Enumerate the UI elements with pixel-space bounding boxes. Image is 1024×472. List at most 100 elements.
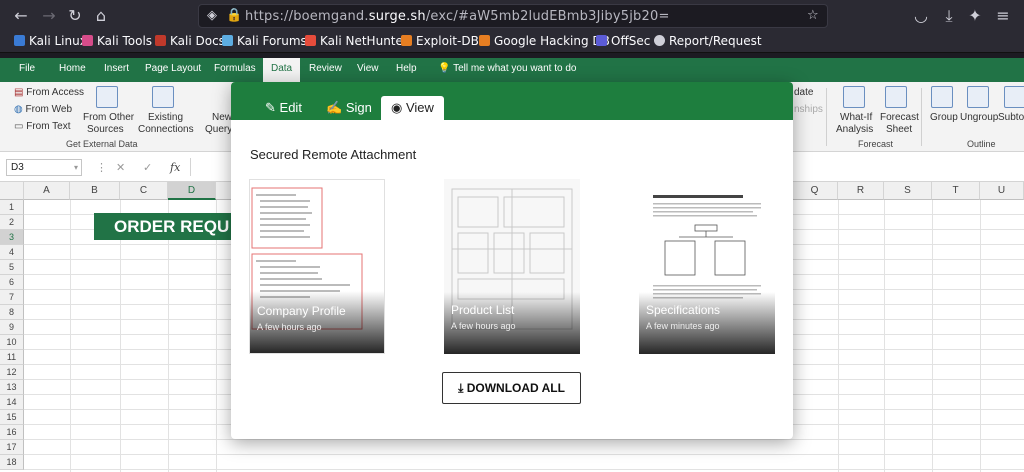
bookmark-kali-nethunter[interactable]: Kali NetHunter — [305, 34, 408, 48]
bookmark-kali-linux[interactable]: Kali Linux — [14, 34, 87, 48]
column-header-d[interactable]: D — [168, 182, 216, 200]
row-header[interactable]: 5 — [0, 260, 24, 275]
download-all-button[interactable]: ⤓ DOWNLOAD ALL — [442, 372, 581, 404]
attachment-time: A few hours ago — [451, 321, 516, 331]
menu-icon[interactable]: ≡ — [992, 5, 1014, 27]
enter-icon[interactable]: ✓ — [143, 161, 152, 174]
subtotal-button[interactable]: Subto — [998, 112, 1024, 123]
row-header[interactable]: 6 — [0, 275, 24, 290]
column-header-s[interactable]: S — [884, 182, 932, 200]
bookmark-kali-tools[interactable]: Kali Tools — [82, 34, 152, 48]
subtotal-icon — [1004, 86, 1024, 108]
home-icon[interactable]: ⌂ — [90, 5, 112, 27]
ghdb-icon — [479, 35, 490, 46]
tab-sign[interactable]: ✍ Sign — [316, 96, 382, 120]
insert-function-icon[interactable]: fx — [170, 161, 180, 174]
tell-me-search[interactable]: 💡 Tell me what you want to do — [438, 63, 576, 74]
tab-review[interactable]: Review — [309, 63, 342, 74]
download-icon: ⤓ — [458, 381, 464, 395]
grid-line — [932, 200, 933, 472]
row-header[interactable]: 10 — [0, 335, 24, 350]
select-all-corner[interactable] — [0, 182, 24, 200]
row-header[interactable]: 2 — [0, 215, 24, 230]
extensions-icon[interactable]: ✦ — [964, 5, 986, 27]
attachment-time: A few hours ago — [257, 322, 322, 332]
ungroup-button[interactable]: Ungroup — [960, 112, 998, 123]
tab-insert[interactable]: Insert — [104, 63, 129, 74]
attachment-modal: ✎ Edit ✍ Sign ◉ View Secured Remote Atta… — [231, 82, 793, 439]
new-query-label: Query — [205, 124, 233, 135]
row-header[interactable]: 3 — [0, 230, 24, 245]
row-header[interactable]: 7 — [0, 290, 24, 305]
bookmark-google-hacking-db[interactable]: Google Hacking DB — [479, 34, 610, 48]
column-header-a[interactable]: A — [24, 182, 70, 200]
forward-icon[interactable]: → — [38, 5, 60, 27]
cancel-icon[interactable]: ✕ — [116, 161, 125, 174]
group-button[interactable]: Group — [930, 112, 958, 123]
row-header[interactable]: 15 — [0, 410, 24, 425]
download-icon[interactable]: ⤓ — [938, 5, 960, 27]
from-text-button[interactable]: ▭ From Text — [14, 121, 71, 132]
relationships-label: nships — [794, 104, 823, 115]
bookmark-exploit-db[interactable]: Exploit-DB — [401, 34, 479, 48]
bookmark-report-request[interactable]: Report/Request — [654, 34, 762, 48]
column-header-r[interactable]: R — [838, 182, 884, 200]
reload-icon[interactable]: ↻ — [64, 5, 86, 27]
attachment-card-specifications[interactable]: Specifications A few minutes ago — [639, 179, 775, 354]
pocket-icon[interactable]: ◡ — [910, 5, 932, 27]
row-header[interactable]: 1 — [0, 200, 24, 215]
tab-view[interactable]: View — [357, 63, 379, 74]
ribbon-separator — [921, 88, 922, 146]
url-text: https://boemgand.surge.sh/exc/#aW5mb2lud… — [245, 9, 670, 24]
url-bar[interactable]: ◈ 🔒 https://boemgand.surge.sh/exc/#aW5mb… — [198, 4, 828, 28]
back-icon[interactable]: ← — [10, 5, 32, 27]
column-header-c[interactable]: C — [120, 182, 168, 200]
grid-line — [24, 469, 1024, 470]
tab-page-layout[interactable]: Page Layout — [145, 63, 201, 74]
tab-file[interactable]: File — [19, 63, 35, 74]
row-header[interactable]: 13 — [0, 380, 24, 395]
forecast-sheet-button[interactable]: Forecast — [880, 112, 919, 123]
row-header[interactable]: 9 — [0, 320, 24, 335]
column-header-b[interactable]: B — [70, 182, 120, 200]
what-if-analysis-button[interactable]: What-If — [840, 112, 872, 123]
column-header-u[interactable]: U — [980, 182, 1024, 200]
tab-data[interactable]: Data — [263, 58, 301, 82]
from-other-sources-button[interactable]: From Other — [83, 112, 134, 123]
grid-line — [120, 200, 121, 472]
exploit-db-icon — [401, 35, 412, 46]
row-header[interactable]: 17 — [0, 440, 24, 455]
new-query-button[interactable]: New — [212, 112, 232, 123]
attachment-card-product-list[interactable]: Product List A few hours ago — [444, 179, 580, 354]
from-access-button[interactable]: ▤ From Access — [14, 87, 84, 98]
from-other-sources-icon — [96, 86, 118, 108]
bookmark-kali-forums[interactable]: Kali Forums — [222, 34, 307, 48]
tab-formulas[interactable]: Formulas — [214, 63, 256, 74]
tab-edit[interactable]: ✎ Edit — [255, 96, 312, 120]
kali-tools-icon — [82, 35, 93, 46]
existing-connections-button[interactable]: Existing — [148, 112, 183, 123]
grid-line — [980, 200, 981, 472]
row-header[interactable]: 18 — [0, 455, 24, 470]
bookmark-star-icon[interactable]: ☆ — [807, 8, 819, 23]
order-request-banner: ORDER REQU — [94, 213, 244, 240]
row-header[interactable]: 12 — [0, 365, 24, 380]
row-header[interactable]: 11 — [0, 350, 24, 365]
name-box[interactable]: D3 — [6, 159, 82, 176]
bookmark-offsec[interactable]: OffSec — [596, 34, 650, 48]
from-web-button[interactable]: ◍ From Web — [14, 104, 72, 115]
column-header-q[interactable]: Q — [792, 182, 838, 200]
tab-help[interactable]: Help — [396, 63, 417, 74]
row-header[interactable]: 8 — [0, 305, 24, 320]
row-header[interactable]: 14 — [0, 395, 24, 410]
row-header[interactable]: 4 — [0, 245, 24, 260]
attachment-card-company-profile[interactable]: Company Profile A few hours ago — [249, 179, 385, 354]
bookmark-kali-docs[interactable]: Kali Docs — [155, 34, 225, 48]
row-header[interactable]: 16 — [0, 425, 24, 440]
tab-home[interactable]: Home — [59, 63, 86, 74]
tab-view[interactable]: ◉ View — [381, 96, 444, 120]
namebox-dropdown-icon[interactable]: ▾ — [74, 163, 78, 172]
outline-group-label: Outline — [967, 139, 996, 149]
edit-icon: ✎ — [265, 100, 276, 115]
column-header-t[interactable]: T — [932, 182, 980, 200]
